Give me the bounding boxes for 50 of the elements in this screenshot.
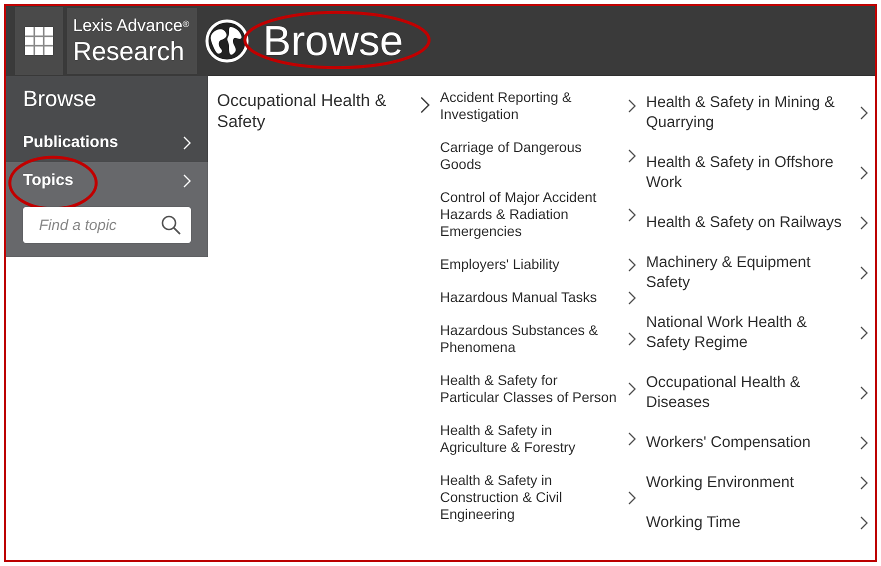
apps-button[interactable] [15,7,63,75]
chevron-icon [860,106,868,120]
page-title: Browse [263,17,404,64]
chevron-icon [860,166,868,180]
sidebar-item[interactable]: Publications [6,124,208,162]
category-item[interactable]: Occupational Health & Safety [217,90,402,132]
chevron-icon [628,332,636,346]
topic-item[interactable]: Carriage of Dangerous Goods [440,139,636,173]
topic-item[interactable]: Health & Safety on Railways [646,213,868,233]
sidebar-title: Browse [22,85,98,113]
topic-item[interactable]: Health & Safety in Offshore Work [646,153,868,193]
topic-item[interactable]: Hazardous Manual Tasks [440,289,636,306]
chevron-icon [628,290,636,304]
topic-item[interactable]: Occupational Health & Diseases [646,373,868,413]
chevron-icon [628,208,636,222]
chevron-icon [860,386,868,400]
chevron-icon [628,149,636,163]
chevron-icon [183,174,191,188]
search-icon [161,215,181,235]
chevron-icon [628,99,636,113]
chevron-icon [420,96,430,114]
chevron-icon [628,258,636,272]
topic-item[interactable]: Health & Safety for Particular Classes of Person [440,372,636,406]
topic-item[interactable]: Hazardous Substances & Phenomena [440,322,636,356]
topic-item[interactable]: National Work Health & Safety Regime [646,313,868,353]
chevron-icon [628,432,636,446]
chevron-icon [628,490,636,504]
chevron-icon [860,436,868,450]
topic-item[interactable]: Health & Safety in Agriculture & Forestry [440,422,636,456]
chevron-icon [860,266,868,280]
chevron-icon [860,326,868,340]
chevron-icon [860,516,868,530]
logo-line: Research [73,36,186,66]
grid-icon [25,27,53,55]
topic-item[interactable]: Employers' Liability [440,256,636,273]
chevron-icon [860,216,868,230]
logo-line: Lexis Advance$^{®}$ [73,16,190,36]
chevron-icon [183,136,191,150]
topic-item[interactable]: Health & Safety in Construction & Civil Engineering [440,472,636,523]
sidebar-item[interactable]: Topics [6,162,208,200]
topic-item[interactable]: Working Environment [646,473,868,493]
topic-item[interactable]: Working Time [646,513,868,533]
topic-item[interactable]: Control of Major Accident Hazards & Radiation Emergencies [440,189,636,240]
topic-item[interactable]: Health & Safety in Mining & Quarrying [646,93,868,133]
search-field[interactable]: Find a topic [23,207,191,243]
topic-item[interactable]: Accident Reporting & Investigation [440,89,636,123]
topic-item[interactable]: Machinery & Equipment Safety [646,253,868,293]
topic-item[interactable]: Workers' Compensation [646,433,868,453]
chevron-icon [860,476,868,490]
chevron-icon [628,382,636,396]
